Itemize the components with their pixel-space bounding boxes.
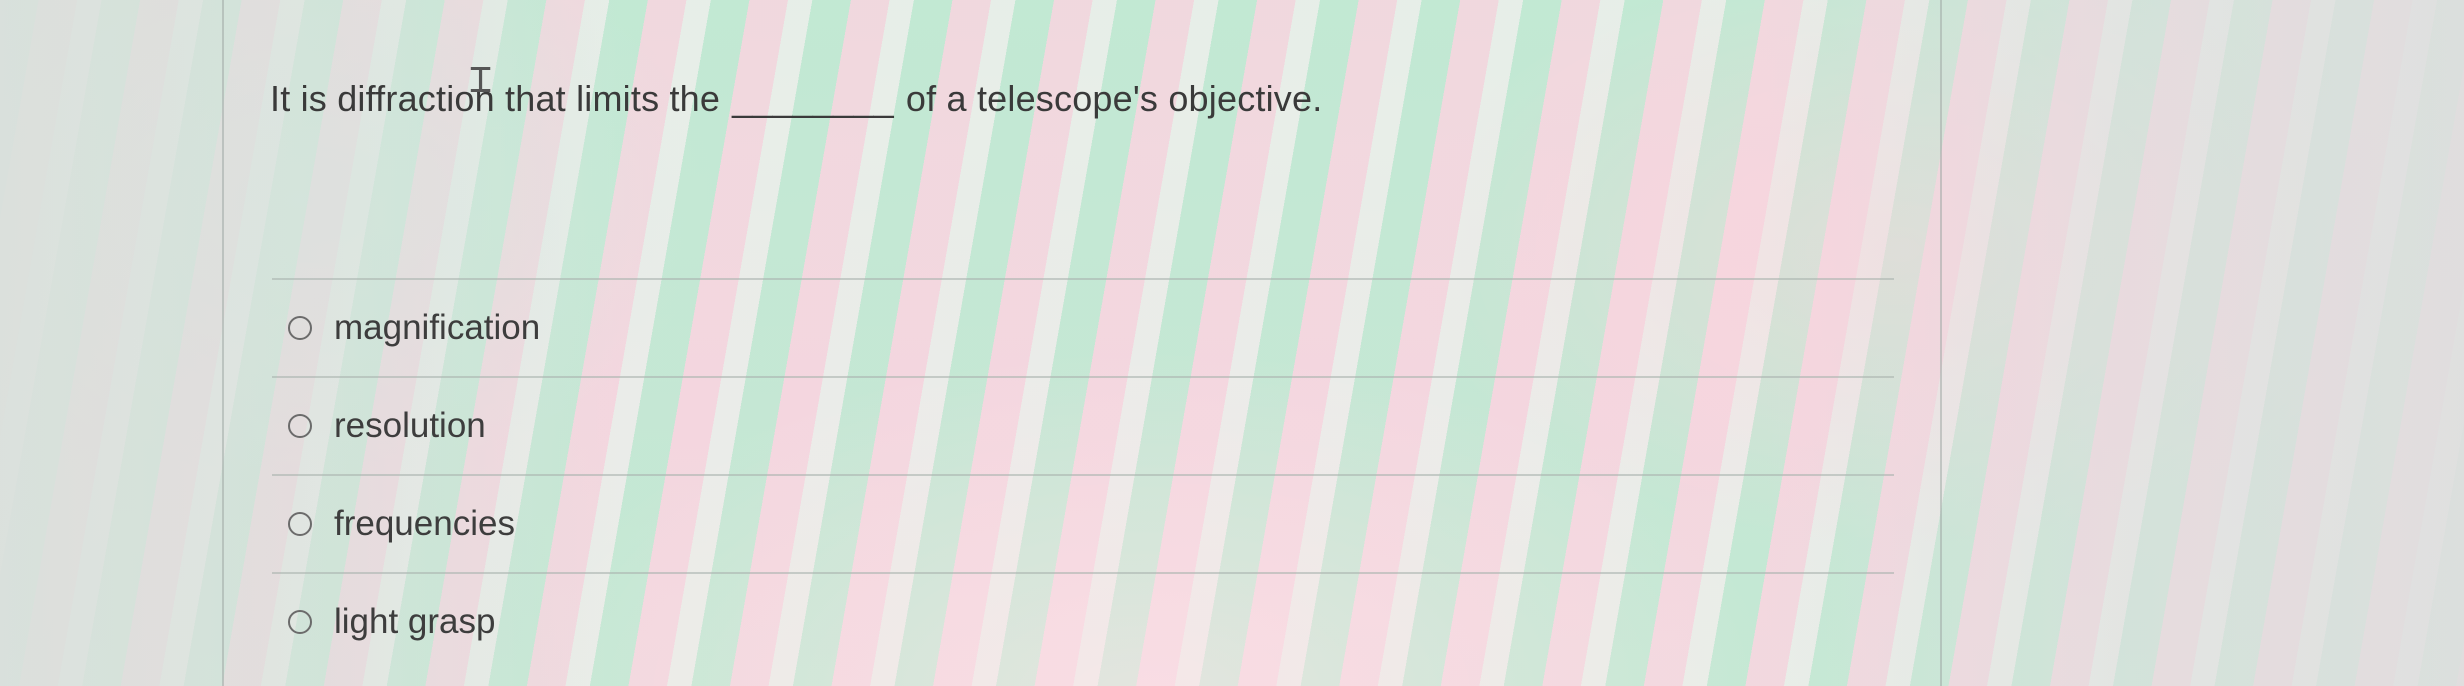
- option-label[interactable]: magnification: [334, 308, 540, 348]
- text-cursor-icon: Ꮖ: [470, 62, 493, 100]
- radio-unchecked-icon[interactable]: [288, 610, 312, 634]
- option-light-grasp[interactable]: light grasp: [272, 574, 1894, 670]
- question-text: It is diffraction that limits the _______…: [270, 78, 1322, 120]
- option-label[interactable]: frequencies: [334, 504, 515, 544]
- answer-options: magnification resolution frequencies lig…: [272, 278, 1894, 670]
- radio-unchecked-icon[interactable]: [288, 512, 312, 536]
- option-label[interactable]: light grasp: [334, 602, 495, 642]
- question-text-after: of a telescope's objective.: [905, 78, 1323, 119]
- option-magnification[interactable]: magnification: [272, 280, 1894, 376]
- question-blank: ________: [732, 78, 894, 119]
- question-text-before: It is diffraction that limits the: [270, 78, 721, 119]
- radio-unchecked-icon[interactable]: [288, 316, 312, 340]
- radio-unchecked-icon[interactable]: [288, 414, 312, 438]
- option-label[interactable]: resolution: [334, 406, 486, 446]
- option-frequencies[interactable]: frequencies: [272, 476, 1894, 572]
- option-resolution[interactable]: resolution: [272, 378, 1894, 474]
